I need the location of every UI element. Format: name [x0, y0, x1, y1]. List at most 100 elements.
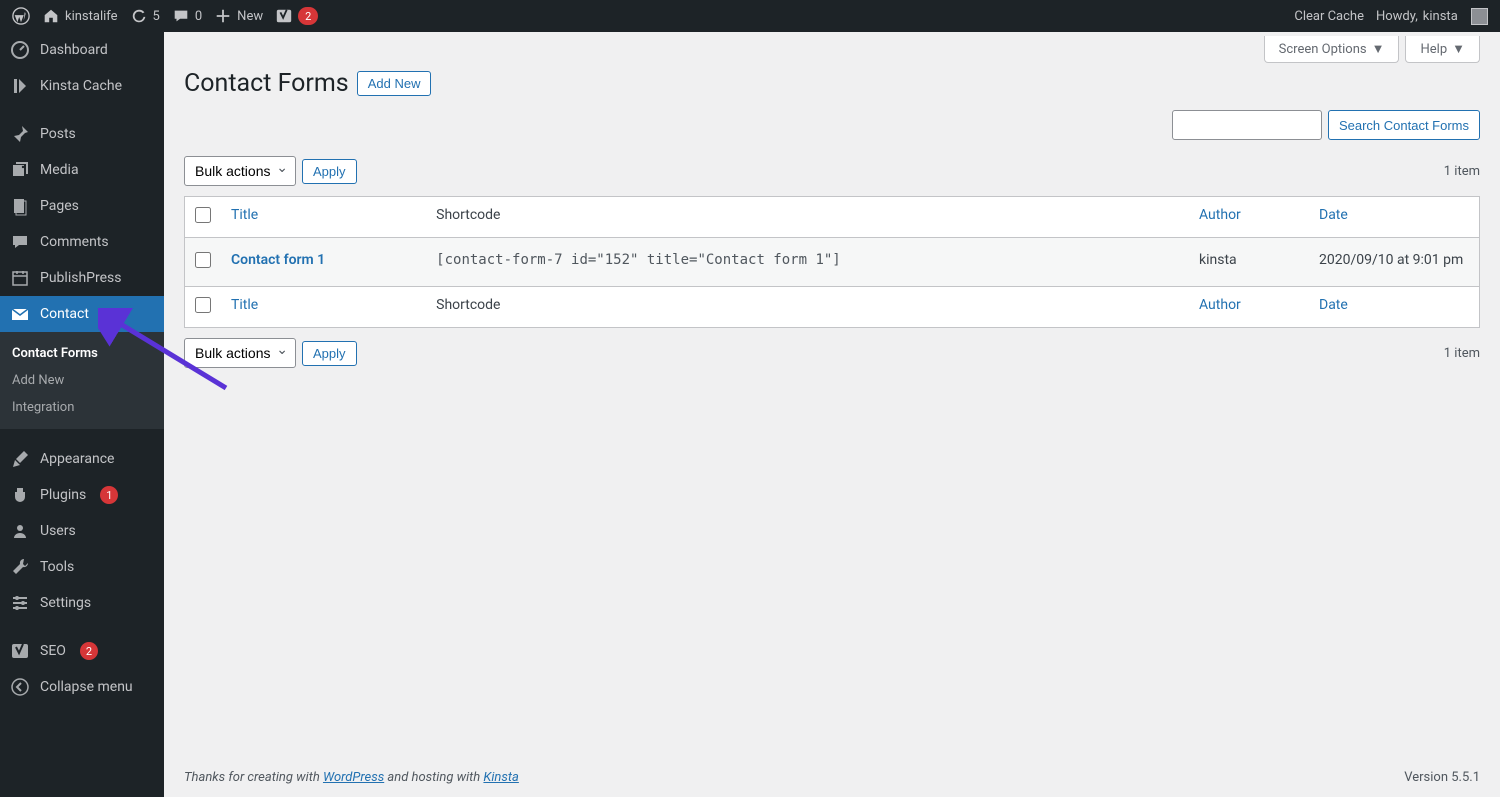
sidebar-item-label: Tools — [40, 559, 74, 575]
row-date: 2020/09/10 at 9:01 pm — [1309, 238, 1479, 286]
help-label: Help — [1420, 42, 1447, 57]
yoast-icon — [275, 7, 293, 25]
col-shortcode: Shortcode — [426, 197, 1189, 238]
brush-icon — [10, 449, 30, 469]
item-count-bottom: 1 item — [1444, 346, 1480, 361]
wordpress-icon — [12, 7, 30, 25]
sidebar-item-publishpress[interactable]: PublishPress — [0, 260, 164, 296]
help-tab[interactable]: Help ▼ — [1405, 36, 1480, 63]
sidebar-item-label: Users — [40, 523, 76, 539]
comments-count: 0 — [195, 9, 202, 24]
sidebar-item-posts[interactable]: Posts — [0, 116, 164, 152]
sidebar-item-label: Settings — [40, 595, 91, 611]
yoast-icon — [10, 641, 30, 661]
caret-down-icon: ▼ — [1452, 41, 1465, 57]
screen-options-label: Screen Options — [1279, 42, 1367, 57]
yoast-link[interactable]: 2 — [275, 7, 318, 25]
col-date[interactable]: Date — [1319, 207, 1348, 223]
select-all-bottom[interactable] — [195, 297, 211, 313]
select-all-top[interactable] — [195, 207, 211, 223]
clear-cache-button[interactable]: Clear Cache — [1294, 9, 1364, 24]
wordpress-logo[interactable] — [12, 7, 30, 25]
plugins-badge: 1 — [100, 486, 118, 504]
bulk-actions-select-top[interactable]: Bulk actions — [184, 156, 296, 186]
apply-button-top[interactable]: Apply — [302, 159, 357, 184]
comment-icon — [10, 232, 30, 252]
updates-count: 5 — [153, 9, 160, 24]
sidebar-item-label: Plugins — [40, 487, 86, 503]
calendar-icon — [10, 268, 30, 288]
submenu-item-contact-forms[interactable]: Contact Forms — [0, 340, 164, 367]
avatar — [1471, 8, 1488, 25]
row-shortcode: [contact-form-7 id="152" title="Contact … — [426, 238, 1189, 286]
updates-link[interactable]: 5 — [130, 7, 160, 25]
add-new-button[interactable]: Add New — [357, 71, 432, 96]
kinsta-link[interactable]: Kinsta — [483, 770, 518, 785]
wrench-icon — [10, 557, 30, 577]
row-title-link[interactable]: Contact form 1 — [231, 252, 325, 268]
footer-credits: Thanks for creating with WordPress and h… — [184, 770, 519, 785]
col-title-bottom[interactable]: Title — [231, 297, 258, 313]
sidebar-item-label: Collapse menu — [40, 679, 133, 695]
site-link[interactable]: kinstalife — [42, 7, 118, 25]
apply-button-bottom[interactable]: Apply — [302, 341, 357, 366]
screen-options-tab[interactable]: Screen Options ▼ — [1264, 36, 1400, 63]
col-author-bottom[interactable]: Author — [1199, 297, 1241, 313]
media-icon — [10, 160, 30, 180]
home-icon — [42, 7, 60, 25]
table-row: Contact form 1 [contact-form-7 id="152" … — [185, 238, 1479, 286]
bulk-actions-select-bottom[interactable]: Bulk actions — [184, 338, 296, 368]
new-label: New — [237, 9, 263, 24]
plus-icon — [214, 7, 232, 25]
sidebar-item-kinsta-cache[interactable]: Kinsta Cache — [0, 68, 164, 104]
comments-link[interactable]: 0 — [172, 7, 202, 25]
collapse-icon — [10, 677, 30, 697]
sidebar-item-collapse[interactable]: Collapse menu — [0, 669, 164, 705]
sidebar-item-tools[interactable]: Tools — [0, 549, 164, 585]
sidebar-item-label: Appearance — [40, 451, 114, 467]
page-title: Contact Forms — [184, 69, 349, 98]
sidebar-item-plugins[interactable]: Plugins 1 — [0, 477, 164, 513]
col-date-bottom[interactable]: Date — [1319, 297, 1348, 313]
user-menu[interactable]: Howdy, kinsta — [1376, 8, 1488, 25]
item-count-top: 1 item — [1444, 164, 1480, 179]
wordpress-link[interactable]: WordPress — [323, 770, 384, 785]
admin-footer: Thanks for creating with WordPress and h… — [184, 752, 1480, 797]
yoast-badge: 2 — [298, 7, 318, 25]
col-title[interactable]: Title — [231, 207, 258, 223]
sidebar-item-users[interactable]: Users — [0, 513, 164, 549]
sidebar-item-seo[interactable]: SEO 2 — [0, 633, 164, 669]
new-content[interactable]: New — [214, 7, 263, 25]
col-author[interactable]: Author — [1199, 207, 1241, 223]
row-checkbox[interactable] — [195, 252, 211, 268]
kinsta-icon — [10, 76, 30, 96]
sidebar-item-pages[interactable]: Pages — [0, 188, 164, 224]
sidebar-item-contact[interactable]: Contact — [0, 296, 164, 332]
sidebar-item-label: Dashboard — [40, 42, 108, 58]
sidebar-item-appearance[interactable]: Appearance — [0, 441, 164, 477]
sidebar-item-label: Comments — [40, 234, 109, 250]
sidebar-item-label: Kinsta Cache — [40, 78, 122, 94]
site-name: kinstalife — [65, 9, 118, 24]
comment-icon — [172, 7, 190, 25]
sidebar-item-label: PublishPress — [40, 270, 121, 286]
plug-icon — [10, 485, 30, 505]
main-content: Screen Options ▼ Help ▼ Contact Forms Ad… — [164, 32, 1500, 797]
caret-down-icon: ▼ — [1372, 41, 1385, 57]
submenu-item-integration[interactable]: Integration — [0, 394, 164, 421]
sidebar-item-comments[interactable]: Comments — [0, 224, 164, 260]
sidebar-item-label: SEO — [40, 643, 66, 659]
submenu-item-add-new[interactable]: Add New — [0, 367, 164, 394]
sidebar-item-media[interactable]: Media — [0, 152, 164, 188]
search-button[interactable]: Search Contact Forms — [1328, 110, 1480, 140]
howdy-prefix: Howdy, — [1376, 9, 1418, 24]
seo-badge: 2 — [80, 642, 98, 660]
sidebar-item-label: Posts — [40, 126, 76, 142]
sidebar-item-settings[interactable]: Settings — [0, 585, 164, 621]
sidebar-item-label: Media — [40, 162, 79, 178]
user-name: kinsta — [1423, 9, 1458, 24]
sidebar-item-label: Contact — [40, 306, 89, 322]
admin-sidebar: Dashboard Kinsta Cache Posts Media Pages… — [0, 32, 164, 797]
sidebar-item-dashboard[interactable]: Dashboard — [0, 32, 164, 68]
search-input[interactable] — [1172, 110, 1322, 140]
